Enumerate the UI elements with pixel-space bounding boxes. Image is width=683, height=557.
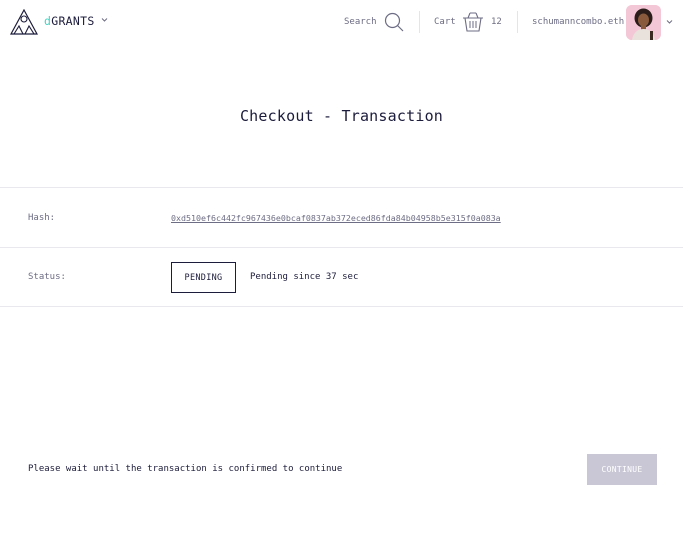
status-badge: PENDING (171, 262, 236, 293)
header-divider (419, 11, 420, 33)
wait-message: Please wait until the transaction is con… (28, 464, 343, 474)
continue-button[interactable]: CONTINUE (587, 454, 657, 485)
basket-icon[interactable] (462, 12, 484, 32)
top-header: dGRANTS Search Cart 12 schumanncombo.eth (0, 0, 683, 44)
cart-label[interactable]: Cart (434, 17, 456, 27)
hash-label: Hash: (28, 213, 56, 223)
search-icon[interactable] (384, 12, 404, 32)
divider (0, 187, 683, 188)
transaction-hash-link[interactable]: 0xd510ef6c442fc967436e0bcaf0837ab372eced… (171, 213, 501, 223)
page-title: Checkout - Transaction (239, 107, 444, 125)
user-name[interactable]: schumanncombo.eth (532, 17, 624, 27)
cart-count: 12 (491, 17, 502, 27)
brand-name[interactable]: dGRANTS (44, 14, 95, 28)
logo-icon[interactable] (10, 9, 38, 35)
divider (0, 247, 683, 248)
chevron-down-icon[interactable] (666, 19, 673, 25)
header-divider (517, 11, 518, 33)
divider (0, 306, 683, 307)
status-label: Status: (28, 272, 66, 282)
chevron-down-icon[interactable] (101, 17, 108, 23)
search-label[interactable]: Search (344, 17, 377, 27)
brand-suffix: GRANTS (51, 14, 95, 28)
avatar[interactable] (626, 5, 661, 40)
status-text: Pending since 37 sec (250, 272, 359, 282)
